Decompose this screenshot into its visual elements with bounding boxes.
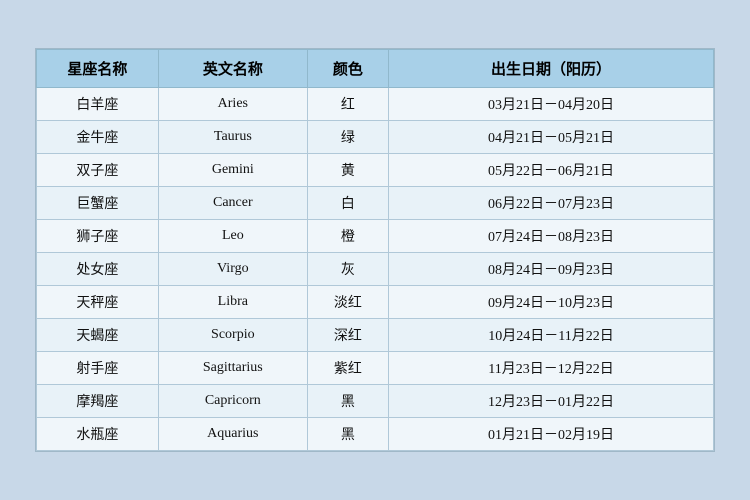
zodiac-table-container: 星座名称 英文名称 颜色 出生日期（阳历） 白羊座Aries红03月21日－04… [35,48,715,452]
cell-color: 紫红 [307,352,388,385]
cell-chinese: 水瓶座 [37,418,159,451]
cell-english: Leo [158,220,307,253]
cell-color: 黑 [307,418,388,451]
cell-chinese: 摩羯座 [37,385,159,418]
cell-chinese: 射手座 [37,352,159,385]
table-row: 天秤座Libra淡红09月24日－10月23日 [37,286,714,319]
table-row: 处女座Virgo灰08月24日－09月23日 [37,253,714,286]
zodiac-table: 星座名称 英文名称 颜色 出生日期（阳历） 白羊座Aries红03月21日－04… [36,49,714,451]
table-row: 白羊座Aries红03月21日－04月20日 [37,88,714,121]
cell-chinese: 白羊座 [37,88,159,121]
cell-english: Taurus [158,121,307,154]
cell-english: Scorpio [158,319,307,352]
table-row: 金牛座Taurus绿04月21日－05月21日 [37,121,714,154]
cell-chinese: 金牛座 [37,121,159,154]
cell-date: 09月24日－10月23日 [389,286,714,319]
cell-date: 12月23日－01月22日 [389,385,714,418]
cell-english: Capricorn [158,385,307,418]
cell-color: 绿 [307,121,388,154]
cell-chinese: 巨蟹座 [37,187,159,220]
table-row: 射手座Sagittarius紫红11月23日－12月22日 [37,352,714,385]
cell-date: 10月24日－11月22日 [389,319,714,352]
cell-date: 05月22日－06月21日 [389,154,714,187]
cell-color: 淡红 [307,286,388,319]
cell-chinese: 天蝎座 [37,319,159,352]
cell-date: 01月21日－02月19日 [389,418,714,451]
cell-date: 04月21日－05月21日 [389,121,714,154]
cell-date: 03月21日－04月20日 [389,88,714,121]
cell-color: 灰 [307,253,388,286]
header-date: 出生日期（阳历） [389,50,714,88]
cell-chinese: 双子座 [37,154,159,187]
table-row: 水瓶座Aquarius黑01月21日－02月19日 [37,418,714,451]
cell-color: 黑 [307,385,388,418]
cell-date: 07月24日－08月23日 [389,220,714,253]
cell-english: Aries [158,88,307,121]
cell-color: 深红 [307,319,388,352]
cell-color: 黄 [307,154,388,187]
cell-english: Libra [158,286,307,319]
cell-english: Virgo [158,253,307,286]
cell-date: 11月23日－12月22日 [389,352,714,385]
table-row: 天蝎座Scorpio深红10月24日－11月22日 [37,319,714,352]
cell-color: 橙 [307,220,388,253]
header-chinese: 星座名称 [37,50,159,88]
table-row: 双子座Gemini黄05月22日－06月21日 [37,154,714,187]
cell-chinese: 处女座 [37,253,159,286]
cell-color: 白 [307,187,388,220]
cell-date: 06月22日－07月23日 [389,187,714,220]
table-header-row: 星座名称 英文名称 颜色 出生日期（阳历） [37,50,714,88]
table-row: 摩羯座Capricorn黑12月23日－01月22日 [37,385,714,418]
cell-date: 08月24日－09月23日 [389,253,714,286]
cell-english: Sagittarius [158,352,307,385]
cell-color: 红 [307,88,388,121]
cell-chinese: 狮子座 [37,220,159,253]
header-color: 颜色 [307,50,388,88]
cell-english: Cancer [158,187,307,220]
cell-english: Gemini [158,154,307,187]
header-english: 英文名称 [158,50,307,88]
table-row: 巨蟹座Cancer白06月22日－07月23日 [37,187,714,220]
cell-chinese: 天秤座 [37,286,159,319]
table-body: 白羊座Aries红03月21日－04月20日金牛座Taurus绿04月21日－0… [37,88,714,451]
table-row: 狮子座Leo橙07月24日－08月23日 [37,220,714,253]
cell-english: Aquarius [158,418,307,451]
